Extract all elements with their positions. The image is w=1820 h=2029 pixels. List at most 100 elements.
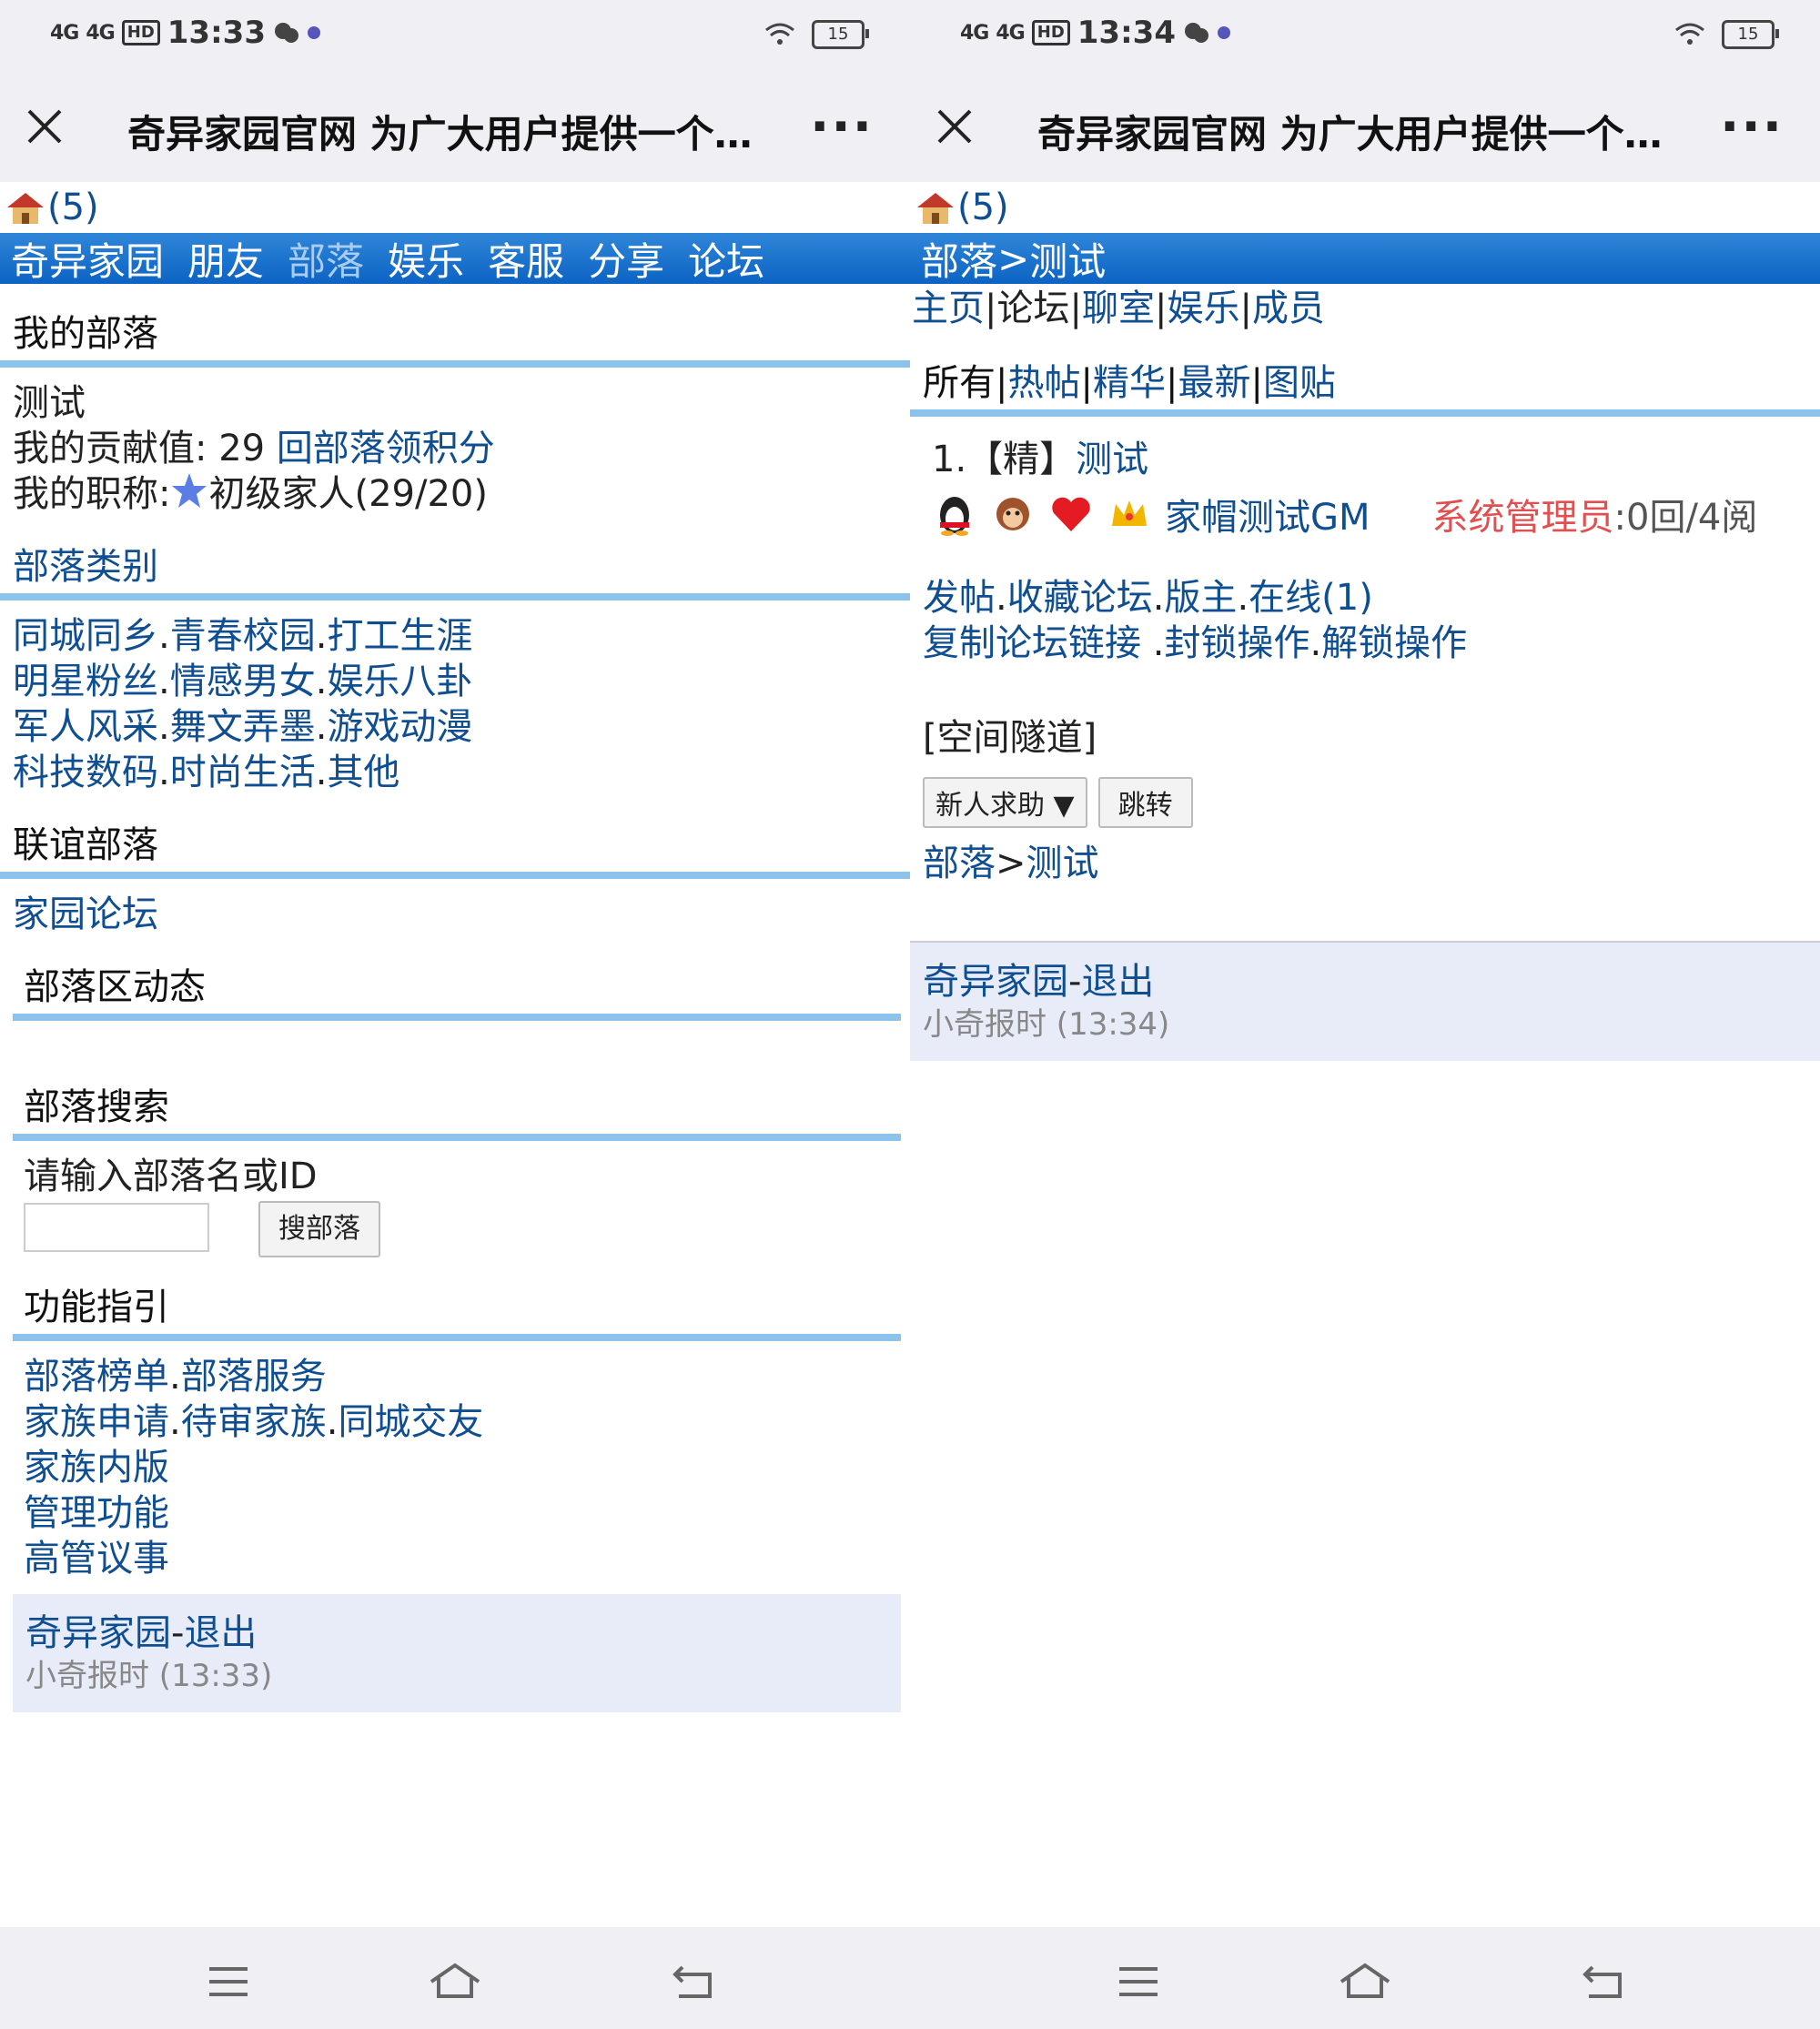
post-index: 1.: [932, 439, 967, 480]
home-forum-link[interactable]: 家园论坛: [13, 893, 158, 935]
nav-home[interactable]: 奇异家园: [11, 231, 164, 287]
menu-icon[interactable]: [1116, 1962, 1161, 2002]
search-tribe-button[interactable]: 搜部落: [258, 1201, 380, 1257]
forum-actions: 发帖.收藏论坛.版主.在线(1) 复制论坛链接 .封锁操作.解锁操作: [923, 577, 1468, 664]
home-icon[interactable]: [428, 1962, 482, 2002]
nav-friends[interactable]: 朋友: [187, 231, 264, 287]
category-link[interactable]: 明星粉丝: [13, 661, 158, 702]
guide-link[interactable]: 部落榜单: [24, 1356, 169, 1398]
system-nav-bar: [0, 1927, 910, 2029]
category-link[interactable]: 游戏动漫: [327, 706, 472, 748]
guide-link[interactable]: 高管议事: [24, 1538, 169, 1580]
back-icon[interactable]: [670, 1962, 715, 2002]
category-link[interactable]: 时尚生活: [170, 752, 316, 793]
close-icon[interactable]: [934, 106, 976, 147]
subnav-members[interactable]: 成员: [1252, 288, 1325, 329]
filter-latest[interactable]: 最新: [1178, 362, 1250, 404]
search-prompt: 请输入部落名或ID: [24, 1156, 318, 1197]
guide-link[interactable]: 同城交友: [338, 1401, 483, 1443]
category-link[interactable]: 打工生涯: [327, 615, 472, 657]
subnav-chat[interactable]: 聊室: [1082, 288, 1155, 329]
tribe-name: 测试: [13, 382, 86, 424]
signal-icon: 4G: [50, 21, 79, 45]
category-row: 明星粉丝.情感男女.娱乐八卦: [13, 661, 473, 702]
nav-share[interactable]: 分享: [588, 231, 664, 287]
post-link[interactable]: 发帖: [923, 577, 996, 619]
browser-titlebar: 奇异家园官网 为广大用户提供一个… ···: [910, 73, 1820, 182]
category-link[interactable]: 同城同乡: [13, 615, 158, 657]
copy-forum-link[interactable]: 复制论坛链接: [923, 622, 1153, 664]
logout-link[interactable]: 退出: [184, 1612, 257, 1654]
post-tag: 【精】: [966, 439, 1077, 480]
nav-service[interactable]: 客服: [488, 231, 564, 287]
guide-link[interactable]: 家族申请: [24, 1401, 169, 1443]
nav-entertainment[interactable]: 娱乐: [388, 231, 464, 287]
subnav-entertainment[interactable]: 娱乐: [1167, 288, 1239, 329]
battery-icon: 15: [1722, 20, 1779, 49]
breadcrumb-current-link[interactable]: 测试: [1026, 843, 1099, 884]
wechat-icon: [275, 23, 298, 43]
wifi-icon: [765, 23, 794, 45]
jump-button[interactable]: 跳转: [1097, 777, 1193, 828]
lock-link[interactable]: 封锁操作: [1164, 622, 1309, 664]
moderator-link[interactable]: 版主: [1164, 577, 1237, 619]
site-home-link[interactable]: 奇异家园: [923, 961, 1068, 1003]
author-role: 系统管理员: [1431, 497, 1614, 539]
message-badge[interactable]: (5): [910, 182, 1820, 233]
search-input[interactable]: [24, 1203, 209, 1252]
house-icon: [917, 193, 954, 224]
back-icon[interactable]: [1580, 1962, 1625, 2002]
category-link[interactable]: 青春校园: [170, 615, 316, 657]
guide-block: 部落榜单.部落服务 家族申请.待审家族.同城交友 家族内版 管理功能 高管议事: [24, 1356, 484, 1580]
status-time: 13:33: [167, 15, 266, 51]
category-link[interactable]: 舞文弄墨: [170, 706, 316, 748]
category-link[interactable]: 科技数码: [13, 752, 158, 793]
crown-icon: [1112, 500, 1147, 526]
tunnel-select[interactable]: 新人求助 ▼: [923, 777, 1087, 828]
filter-images[interactable]: 图贴: [1263, 362, 1336, 404]
logout-link[interactable]: 退出: [1081, 961, 1154, 1003]
nav-forum[interactable]: 论坛: [688, 231, 764, 287]
badge-count: (5): [957, 187, 1009, 228]
home-icon[interactable]: [1338, 1962, 1392, 2002]
category-link[interactable]: 其他: [327, 752, 399, 793]
guide-link[interactable]: 家族内版: [24, 1447, 169, 1489]
more-options-icon[interactable]: ···: [810, 102, 874, 153]
report-time: 小奇报时 (13:33): [25, 1658, 273, 1694]
guide-link[interactable]: 待审家族: [181, 1401, 327, 1443]
space-tunnel-heading: [空间隧道]: [923, 717, 1097, 759]
dynamics-heading: 部落区动态: [13, 961, 901, 1021]
guide-link[interactable]: 部落服务: [181, 1356, 327, 1398]
categories-heading[interactable]: 部落类别: [0, 540, 910, 601]
post-title-link[interactable]: 测试: [1076, 439, 1148, 480]
subnav-home[interactable]: 主页: [912, 288, 985, 329]
alliance-block: 家园论坛: [0, 879, 910, 937]
category-link[interactable]: 情感男女: [170, 661, 316, 702]
unlock-link[interactable]: 解锁操作: [1321, 622, 1467, 664]
site-home-link[interactable]: 奇异家园: [25, 1612, 171, 1654]
close-icon[interactable]: [24, 106, 66, 147]
subnav-forum[interactable]: 论坛: [996, 288, 1069, 329]
filter-featured[interactable]: 精华: [1093, 362, 1166, 404]
more-options-icon[interactable]: ···: [1720, 102, 1784, 153]
search-heading: 部落搜索: [13, 1081, 901, 1141]
breadcrumb-tribe-link[interactable]: 部落: [923, 843, 996, 884]
menu-icon[interactable]: [206, 1962, 251, 2002]
author-link[interactable]: 家帽测试GM: [1165, 488, 1370, 540]
wifi-icon: [1675, 23, 1704, 45]
favorite-forum-link[interactable]: 收藏论坛: [1007, 577, 1153, 619]
filter-hot[interactable]: 热帖: [1007, 362, 1080, 404]
notification-dot-icon: [1218, 26, 1230, 39]
breadcrumb-tribe[interactable]: 部落: [921, 231, 997, 287]
guide-link[interactable]: 管理功能: [24, 1492, 169, 1534]
category-link[interactable]: 军人风采: [13, 706, 158, 748]
nav-tribe[interactable]: 部落: [288, 231, 364, 287]
category-link[interactable]: 娱乐八卦: [327, 661, 472, 702]
heart-icon: [1052, 497, 1090, 531]
message-badge[interactable]: (5): [0, 182, 910, 233]
collect-points-link[interactable]: 回部落领积分: [277, 428, 495, 469]
breadcrumb-separator: >: [997, 236, 1030, 281]
post-item[interactable]: 1.【精】测试: [910, 417, 1820, 482]
online-link[interactable]: 在线(1): [1249, 577, 1373, 619]
status-bar: 4G 4G HD 13:34 15: [910, 0, 1820, 73]
